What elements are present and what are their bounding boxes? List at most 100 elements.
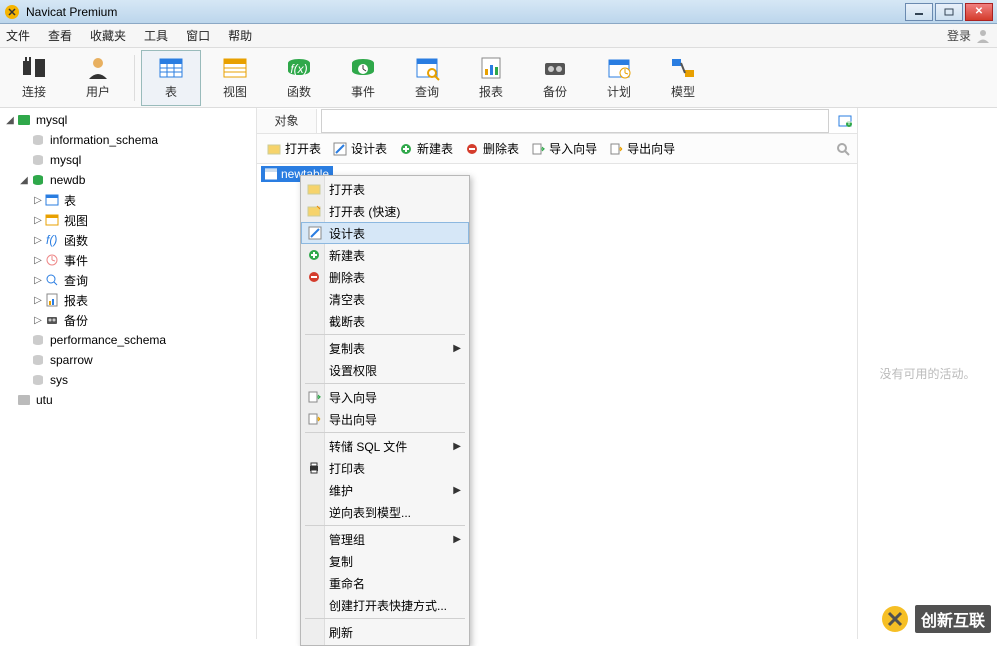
tool-query[interactable]: 查询 <box>397 50 457 106</box>
cm-打开表 (快速)[interactable]: 打开表 (快速) <box>301 200 469 222</box>
cm-label: 设置权限 <box>329 362 377 379</box>
action-design-table[interactable]: 设计表 <box>329 138 391 159</box>
search-icon[interactable] <box>835 141 851 157</box>
refresh-button[interactable]: + <box>833 109 857 133</box>
cm-清空表[interactable]: 清空表 <box>301 288 469 310</box>
menu-favorites[interactable]: 收藏夹 <box>90 27 126 44</box>
login-label: 登录 <box>947 27 971 44</box>
export-icon <box>305 410 323 428</box>
tool-model[interactable]: 模型 <box>653 50 713 106</box>
watermark: 创新互联 <box>881 605 991 633</box>
conn-mysql[interactable]: ◢mysql <box>0 110 256 130</box>
cm-label: 刷新 <box>329 624 353 641</box>
action-bar: 打开表 设计表 新建表 删除表 导入向导 导出向导 <box>257 134 857 164</box>
database-icon <box>30 372 46 388</box>
tool-view[interactable]: 视图 <box>205 50 265 106</box>
action-delete-table[interactable]: 删除表 <box>461 138 523 159</box>
tool-event[interactable]: 事件 <box>333 50 393 106</box>
menu-help[interactable]: 帮助 <box>228 27 252 44</box>
app-icon <box>4 4 20 20</box>
cm-separator <box>305 432 465 433</box>
event-icon <box>348 55 378 81</box>
tab-objects[interactable]: 对象 <box>257 109 317 133</box>
cm-刷新[interactable]: 刷新 <box>301 621 469 643</box>
tool-connection[interactable]: 连接 <box>4 50 64 106</box>
cm-label: 打开表 (快速) <box>329 203 400 220</box>
db-information-schema[interactable]: information_schema <box>0 130 256 150</box>
cm-维护[interactable]: 维护▶ <box>301 479 469 501</box>
folder-tables[interactable]: ▷表 <box>0 190 256 210</box>
backup-icon <box>44 312 60 328</box>
cm-创建打开表快捷方式...[interactable]: 创建打开表快捷方式... <box>301 594 469 616</box>
menu-window[interactable]: 窗口 <box>186 27 210 44</box>
cm-删除表[interactable]: 删除表 <box>301 266 469 288</box>
cm-重命名[interactable]: 重命名 <box>301 572 469 594</box>
fx-icon: f(x) <box>284 55 314 81</box>
menu-view[interactable]: 查看 <box>48 27 72 44</box>
action-export[interactable]: 导出向导 <box>605 138 679 159</box>
maximize-button[interactable] <box>935 3 963 21</box>
menu-file[interactable]: 文件 <box>6 27 30 44</box>
action-open-table[interactable]: 打开表 <box>263 138 325 159</box>
cm-转储 SQL 文件[interactable]: 转储 SQL 文件▶ <box>301 435 469 457</box>
tool-schedule[interactable]: 计划 <box>589 50 649 106</box>
folder-reports[interactable]: ▷报表 <box>0 290 256 310</box>
conn-utu[interactable]: utu <box>0 390 256 410</box>
close-button[interactable]: ✕ <box>965 3 993 21</box>
chevron-right-icon: ▶ <box>453 485 461 496</box>
cm-label: 管理组 <box>329 531 365 548</box>
cm-label: 复制 <box>329 553 353 570</box>
db-mysql[interactable]: mysql <box>0 150 256 170</box>
action-import[interactable]: 导入向导 <box>527 138 601 159</box>
db-performance-schema[interactable]: performance_schema <box>0 330 256 350</box>
menu-tools[interactable]: 工具 <box>144 27 168 44</box>
new-icon <box>305 246 323 264</box>
login-link[interactable]: 登录 <box>947 27 991 44</box>
search-input[interactable] <box>321 109 829 133</box>
person-icon <box>83 55 113 81</box>
cm-label: 创建打开表快捷方式... <box>329 597 447 614</box>
cm-设置权限[interactable]: 设置权限 <box>301 359 469 381</box>
cm-复制[interactable]: 复制 <box>301 550 469 572</box>
cm-截断表[interactable]: 截断表 <box>301 310 469 332</box>
cm-导出向导[interactable]: 导出向导 <box>301 408 469 430</box>
action-new-table[interactable]: 新建表 <box>395 138 457 159</box>
folder-backup[interactable]: ▷备份 <box>0 310 256 330</box>
cm-separator <box>305 618 465 619</box>
tool-report[interactable]: 报表 <box>461 50 521 106</box>
cm-打开表[interactable]: 打开表 <box>301 178 469 200</box>
tool-function[interactable]: f(x)函数 <box>269 50 329 106</box>
cm-label: 新建表 <box>329 247 365 264</box>
folder-queries[interactable]: ▷查询 <box>0 270 256 290</box>
minimize-button[interactable] <box>905 3 933 21</box>
cm-label: 删除表 <box>329 269 365 286</box>
folder-functions[interactable]: ▷f()函数 <box>0 230 256 250</box>
cm-管理组[interactable]: 管理组▶ <box>301 528 469 550</box>
window-controls: ✕ <box>905 3 993 21</box>
folder-views[interactable]: ▷视图 <box>0 210 256 230</box>
db-sys[interactable]: sys <box>0 370 256 390</box>
database-icon <box>30 132 46 148</box>
database-icon <box>30 172 46 188</box>
folder-events[interactable]: ▷事件 <box>0 250 256 270</box>
cm-新建表[interactable]: 新建表 <box>301 244 469 266</box>
tab-row: 对象 + <box>257 108 857 134</box>
cm-label: 转储 SQL 文件 <box>329 438 407 455</box>
plug-icon <box>19 55 49 81</box>
svg-text:f(): f() <box>46 233 57 247</box>
cm-逆向表到模型...[interactable]: 逆向表到模型... <box>301 501 469 523</box>
cm-导入向导[interactable]: 导入向导 <box>301 386 469 408</box>
db-newdb[interactable]: ◢newdb <box>0 170 256 190</box>
cm-复制表[interactable]: 复制表▶ <box>301 337 469 359</box>
cm-设计表[interactable]: 设计表 <box>301 222 469 244</box>
user-icon <box>975 28 991 44</box>
cm-打印表[interactable]: 打印表 <box>301 457 469 479</box>
tool-table[interactable]: 表 <box>141 50 201 106</box>
tool-backup[interactable]: 备份 <box>525 50 585 106</box>
tool-user[interactable]: 用户 <box>68 50 128 106</box>
toolbar: 连接 用户 表 视图 f(x)函数 事件 查询 报表 备份 计划 模型 <box>0 48 997 108</box>
context-menu: 打开表打开表 (快速) 设计表新建表删除表清空表截断表复制表▶ 设置权限导入向导导出… <box>300 175 470 646</box>
open-fast-icon <box>305 202 323 220</box>
db-sparrow[interactable]: sparrow <box>0 350 256 370</box>
schedule-icon <box>604 55 634 81</box>
